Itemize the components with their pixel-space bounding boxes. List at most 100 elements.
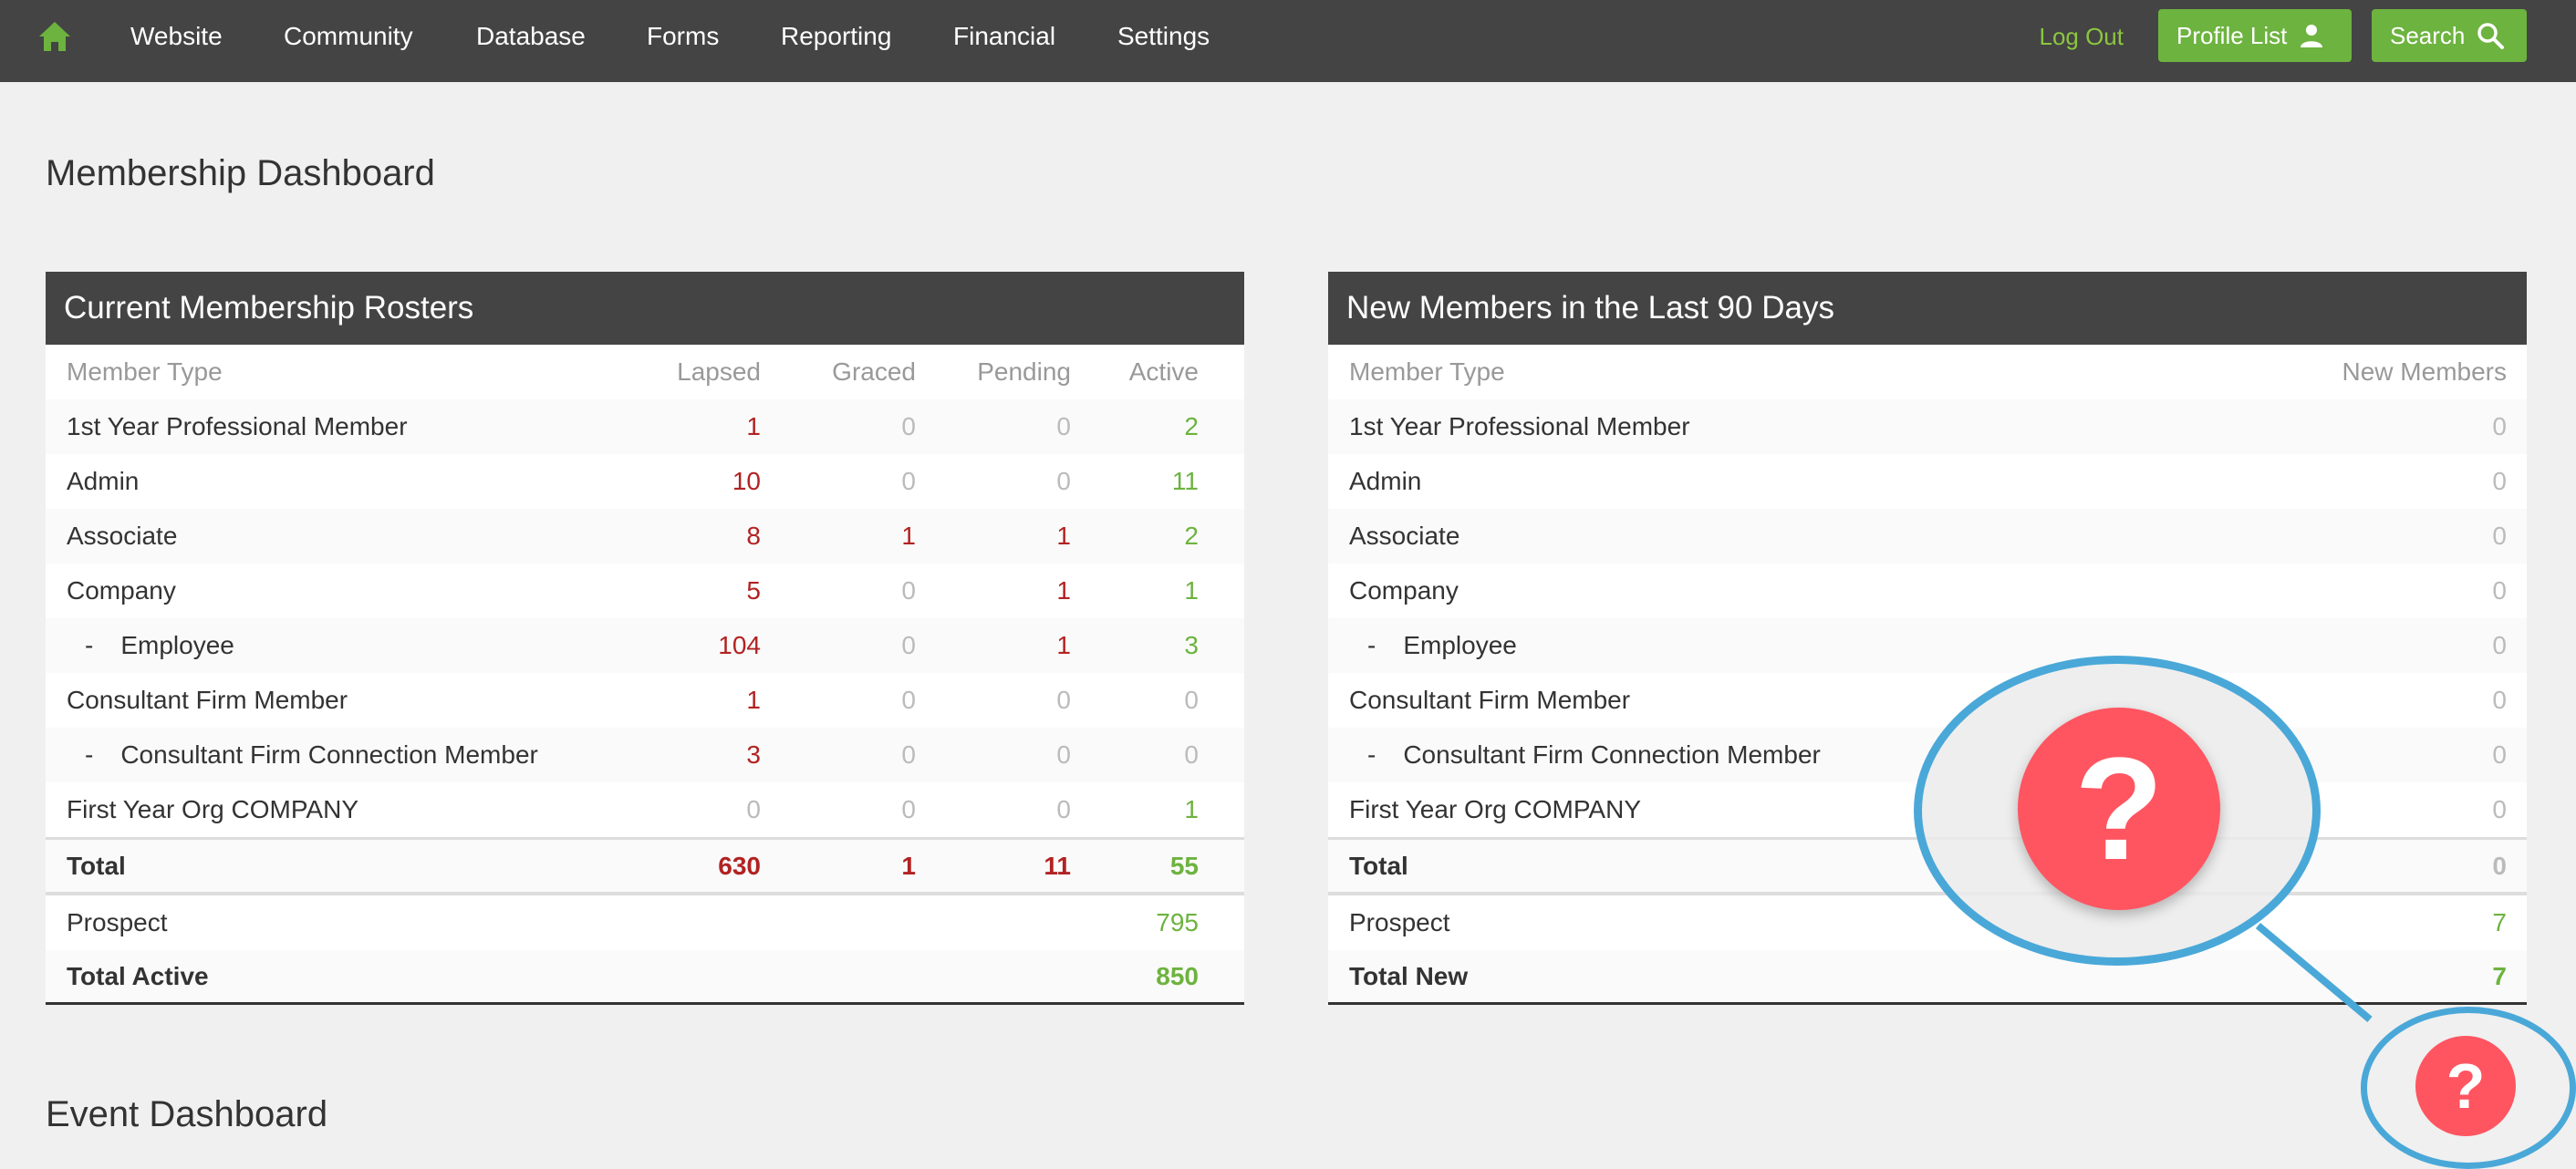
table-row: Consultant Firm Member 1 0 0 0 — [46, 673, 1244, 728]
sub-dash: - — [85, 740, 94, 769]
member-type-label: Company — [67, 576, 176, 605]
lapsed-value: 0 — [746, 795, 761, 823]
member-type-label: Associate — [1349, 522, 1460, 550]
table-row: Company 0 — [1328, 564, 2527, 618]
search-label: Search — [2390, 21, 2466, 49]
top-nav: Website Community Database Forms Reporti… — [0, 0, 2576, 82]
new-members-value: 0 — [2492, 795, 2507, 823]
new-members-title: New Members in the Last 90 Days — [1328, 272, 2527, 345]
pending-value: 0 — [1056, 795, 1071, 823]
member-type-label: 1st Year Professional Member — [1349, 412, 1690, 440]
table-row: Admin 10 0 0 11 — [46, 454, 1244, 509]
col-lapsed: Lapsed — [677, 357, 761, 386]
active-value: 3 — [1184, 631, 1199, 659]
member-type: 1st Year Professional Member — [1328, 412, 2353, 441]
sub-dash: - — [1367, 631, 1376, 659]
table-row: 1st Year Professional Member 1 0 0 2 — [46, 399, 1244, 454]
sub-dash: - — [85, 631, 94, 659]
pending-value: 0 — [1056, 467, 1071, 495]
member-type-label: Consultant Firm Connection Member — [1403, 740, 1821, 769]
active-value: 0 — [1184, 740, 1199, 769]
member-type: Consultant Firm Member — [46, 686, 606, 715]
lapsed-value: 104 — [718, 631, 761, 659]
prospect-label: Prospect — [67, 908, 168, 936]
pending-value: 1 — [1056, 631, 1071, 659]
user-icon — [2301, 25, 2323, 47]
nav-reporting[interactable]: Reporting — [781, 0, 891, 73]
member-type-label: Admin — [1349, 467, 1422, 495]
home-icon[interactable] — [36, 18, 73, 55]
active-value: 2 — [1184, 522, 1199, 550]
profile-list-button[interactable]: Profile List — [2158, 9, 2352, 62]
graced-value: 1 — [901, 522, 916, 550]
lapsed-value: 1 — [746, 686, 761, 714]
graced-value: 0 — [901, 576, 916, 605]
pending-value: 0 — [1056, 412, 1071, 440]
new-members-value: 0 — [2492, 467, 2507, 495]
graced-value: 0 — [901, 631, 916, 659]
member-type: Associate — [1328, 522, 2353, 551]
total-new-label: Total New — [1349, 961, 1469, 990]
prospect-value: 795 — [1156, 908, 1199, 936]
member-type-label: Consultant Firm Member — [1349, 686, 1631, 714]
lapsed-value: 10 — [732, 467, 761, 495]
total-new-value: 0 — [2492, 851, 2507, 880]
member-type: Company — [1328, 576, 2353, 605]
total-new-value: 7 — [2492, 961, 2507, 990]
member-type: Admin — [46, 467, 606, 496]
table-row: - Employee 104 0 1 3 — [46, 618, 1244, 673]
new-members-panel: New Members in the Last 90 Days Member T… — [1328, 272, 2527, 1005]
graced-value: 0 — [901, 467, 916, 495]
table-row: Associate 8 1 1 2 — [46, 509, 1244, 564]
nav-website[interactable]: Website — [130, 0, 223, 73]
nav-settings[interactable]: Settings — [1117, 0, 1210, 73]
member-type-label: Employee — [120, 631, 234, 659]
active-value: 1 — [1184, 576, 1199, 605]
nav-community[interactable]: Community — [284, 0, 413, 73]
total-active-row: Total Active 850 — [46, 950, 1244, 1005]
member-type: - Employee — [46, 631, 606, 660]
member-type-label: Consultant Firm Member — [67, 686, 348, 714]
col-graced: Graced — [832, 357, 916, 386]
total-label: Total — [67, 851, 126, 880]
nav-database[interactable]: Database — [476, 0, 586, 73]
new-members-value: 0 — [2492, 631, 2507, 659]
pending-value: 1 — [1056, 576, 1071, 605]
graced-value: 0 — [901, 686, 916, 714]
new-members-value: 0 — [2492, 740, 2507, 769]
profile-list-label: Profile List — [2176, 21, 2288, 49]
total-active-value: 850 — [1156, 961, 1199, 990]
lapsed-value: 8 — [746, 522, 761, 550]
lapsed-value: 1 — [746, 412, 761, 440]
col-member-type: Member Type — [1349, 357, 1505, 386]
total-pending: 11 — [1044, 851, 1071, 880]
member-type-label: Admin — [67, 467, 140, 495]
search-button[interactable]: Search — [2372, 9, 2527, 62]
rosters-title: Current Membership Rosters — [46, 272, 1244, 345]
lapsed-value: 5 — [746, 576, 761, 605]
page-title: Membership Dashboard — [46, 153, 435, 193]
help-button[interactable]: ? — [2415, 1036, 2516, 1136]
member-type: First Year Org COMPANY — [46, 795, 606, 824]
table-row: - Consultant Firm Connection Member 3 0 0 0 — [46, 728, 1244, 782]
col-new-members: New Members — [2342, 357, 2507, 386]
member-type-label: 1st Year Professional Member — [67, 412, 408, 440]
total-lapsed: 630 — [718, 851, 761, 880]
member-type-label: First Year Org COMPANY — [67, 795, 359, 823]
col-pending: Pending — [977, 357, 1071, 386]
pending-value: 0 — [1056, 740, 1071, 769]
help-icon-zoomed: ? — [2018, 708, 2220, 910]
member-type-label: Consultant Firm Connection Member — [120, 740, 538, 769]
prospect-value: 7 — [2492, 908, 2507, 936]
table-row: Consultant Firm Member 0 — [1328, 673, 2527, 728]
table-row: First Year Org COMPANY 0 0 0 1 — [46, 782, 1244, 837]
member-type: - Consultant Firm Connection Member — [46, 740, 606, 770]
active-value: 2 — [1184, 412, 1199, 440]
log-out-link[interactable]: Log Out — [2039, 0, 2124, 73]
rosters-header-row: Member Type Lapsed Graced Pending Active — [46, 345, 1244, 399]
nav-financial[interactable]: Financial — [953, 0, 1055, 73]
nav-forms[interactable]: Forms — [647, 0, 719, 73]
prospect-row: Prospect 795 — [46, 895, 1244, 950]
pending-value: 0 — [1056, 686, 1071, 714]
total-active-label: Total Active — [67, 961, 209, 990]
